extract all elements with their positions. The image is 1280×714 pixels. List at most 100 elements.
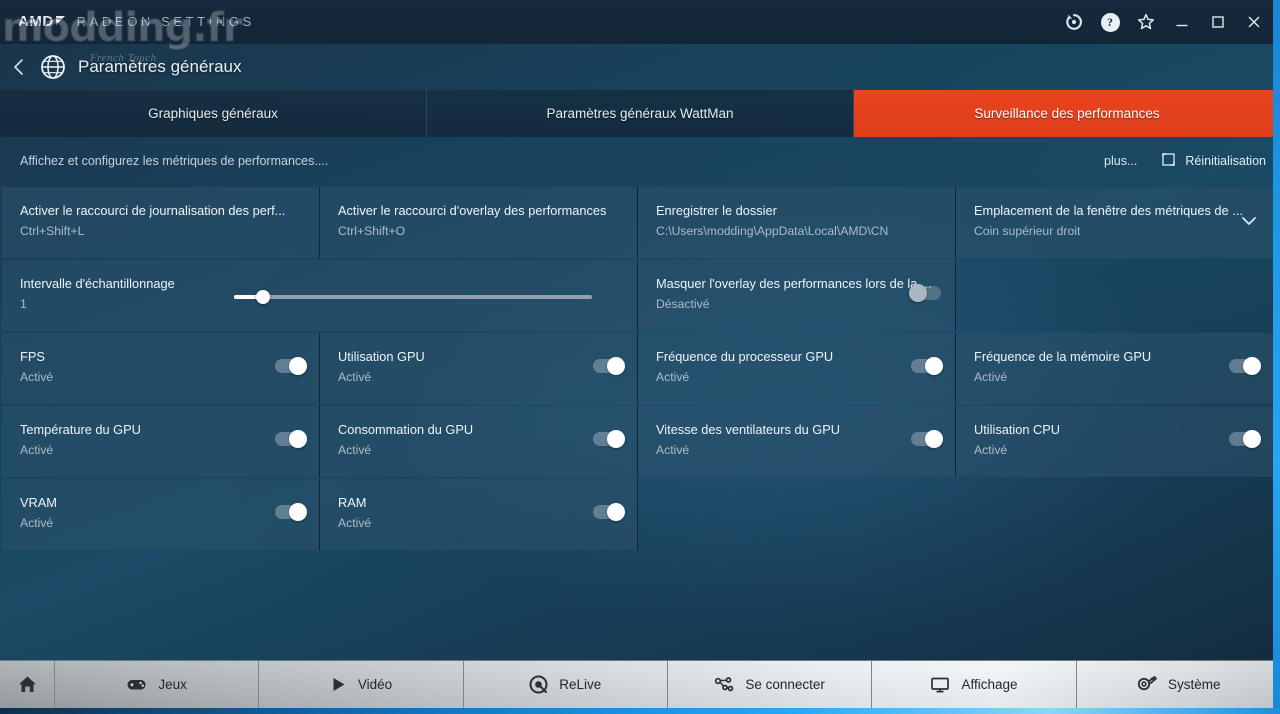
- tile-metric-gpu-usage[interactable]: Utilisation GPU Activé: [320, 333, 638, 404]
- nav-system[interactable]: Système: [1076, 661, 1280, 708]
- tile-metric-gpu-fan-speed[interactable]: Vitesse des ventilateurs du GPU Activé: [638, 406, 956, 477]
- toggle-switch[interactable]: [275, 357, 307, 375]
- grid-row: Activer le raccourci de journalisation d…: [2, 187, 1276, 258]
- tile-metric-gpu-temperature[interactable]: Température du GPU Activé: [2, 406, 320, 477]
- tile-title: Fréquence de la mémoire GPU: [974, 349, 1152, 364]
- tile-title: Intervalle d'échantillonnage: [20, 276, 175, 291]
- tile-title: Consommation du GPU: [338, 422, 474, 437]
- reset-icon: [1161, 152, 1176, 170]
- tile-value: Ctrl+Shift+L: [20, 224, 85, 239]
- nav-label: Affichage: [961, 677, 1018, 692]
- toggle-switch[interactable]: [1229, 430, 1261, 448]
- grid-row: VRAM Activé RAM Activé: [2, 479, 1276, 550]
- tile-title: Température du GPU: [20, 422, 141, 437]
- play-icon: [330, 676, 347, 693]
- chevron-left-icon[interactable]: [0, 57, 38, 77]
- tile-value: Activé: [974, 443, 1008, 458]
- tile-value: Activé: [20, 370, 54, 385]
- tile-metric-gpu-power[interactable]: Consommation du GPU Activé: [320, 406, 638, 477]
- tab-wattman[interactable]: Paramètres généraux WattMan: [427, 90, 854, 137]
- tile-metric-cpu-usage[interactable]: Utilisation CPU Activé: [956, 406, 1274, 477]
- tile-title: Utilisation GPU: [338, 349, 425, 364]
- grid-row: Température du GPU Activé Consommation d…: [2, 406, 1276, 477]
- tile-perf-logging-shortcut[interactable]: Activer le raccourci de journalisation d…: [2, 187, 320, 258]
- tile-spacer: [638, 479, 956, 550]
- nav-connect[interactable]: Se connecter: [667, 661, 873, 708]
- window-controls: ?: [1056, 0, 1272, 44]
- nav-label: Système: [1168, 677, 1221, 692]
- toggle-knob: [607, 357, 625, 375]
- tab-surveillance-performances[interactable]: Surveillance des performances: [854, 90, 1280, 137]
- toggle-knob: [925, 357, 943, 375]
- tile-hide-perf-overlay[interactable]: Masquer l'overlay des performances lors …: [638, 260, 956, 331]
- slider-track: [234, 295, 592, 299]
- maximize-icon[interactable]: [1200, 0, 1236, 44]
- tile-value: Activé: [656, 443, 690, 458]
- nav-relive[interactable]: ReLive: [463, 661, 668, 708]
- nav-home[interactable]: [0, 661, 55, 708]
- tile-save-folder[interactable]: Enregistrer le dossier C:\Users\modding\…: [638, 187, 956, 258]
- tile-metric-ram[interactable]: RAM Activé: [320, 479, 638, 550]
- toggle-switch[interactable]: [275, 430, 307, 448]
- toggle-switch[interactable]: [911, 357, 943, 375]
- nav-games[interactable]: Jeux: [55, 661, 260, 708]
- toggle-knob: [909, 284, 927, 302]
- toggle-switch[interactable]: [275, 503, 307, 521]
- nav-display[interactable]: Affichage: [872, 661, 1077, 708]
- gamepad-icon: [126, 676, 147, 693]
- tile-metrics-window-location[interactable]: Emplacement de la fenêtre des métriques …: [956, 187, 1274, 258]
- tile-title: Utilisation CPU: [974, 422, 1061, 437]
- help-icon[interactable]: ?: [1092, 0, 1128, 44]
- tile-title: Masquer l'overlay des performances lors …: [656, 276, 932, 291]
- nav-label: ReLive: [559, 677, 602, 692]
- reset-label: Réinitialisation: [1185, 154, 1266, 168]
- globe-icon: [38, 52, 68, 82]
- app-title: RADEON SETTINGS: [76, 14, 255, 29]
- desktop-edge-bottom: [0, 708, 1280, 714]
- subheader-actions: plus... Réinitialisation: [1104, 152, 1266, 170]
- toggle-knob: [289, 503, 307, 521]
- nav-label: Jeux: [158, 677, 187, 692]
- tile-value: Activé: [338, 516, 372, 531]
- more-link[interactable]: plus...: [1104, 154, 1137, 168]
- tile-title: VRAM: [20, 495, 57, 510]
- tile-title: Emplacement de la fenêtre des métriques …: [974, 203, 1243, 218]
- slider-thumb[interactable]: [256, 290, 270, 304]
- toggle-switch[interactable]: [593, 357, 625, 375]
- tile-value: Activé: [974, 370, 1008, 385]
- toggle-switch[interactable]: [593, 430, 625, 448]
- nav-video[interactable]: Vidéo: [259, 661, 464, 708]
- subheader: Affichez et configurez les métriques de …: [0, 137, 1280, 185]
- star-icon[interactable]: [1128, 0, 1164, 44]
- toggle-switch[interactable]: [1229, 357, 1261, 375]
- reset-button[interactable]: Réinitialisation: [1161, 152, 1266, 170]
- tile-sampling-interval[interactable]: Intervalle d'échantillonnage 1: [2, 260, 638, 331]
- tile-title: FPS: [20, 349, 45, 364]
- close-icon[interactable]: [1236, 0, 1272, 44]
- toggle-switch[interactable]: [911, 430, 943, 448]
- toggle-knob: [1243, 357, 1261, 375]
- help-glyph: ?: [1100, 12, 1120, 32]
- tile-metric-fps[interactable]: FPS Activé: [2, 333, 320, 404]
- bottom-nav: Jeux Vidéo ReLive Se connecter Affichage…: [0, 660, 1280, 708]
- tile-title: Fréquence du processeur GPU: [656, 349, 834, 364]
- toggle-knob: [1243, 430, 1261, 448]
- tile-metric-vram[interactable]: VRAM Activé: [2, 479, 320, 550]
- tile-perf-overlay-shortcut[interactable]: Activer le raccourci d'overlay des perfo…: [320, 187, 638, 258]
- tile-value: Activé: [338, 443, 372, 458]
- settings-grid: Activer le raccourci de journalisation d…: [2, 187, 1276, 552]
- tab-graphiques-generaux[interactable]: Graphiques généraux: [0, 90, 427, 137]
- toggle-switch[interactable]: [909, 284, 941, 302]
- minimize-icon[interactable]: [1164, 0, 1200, 44]
- refresh-update-icon[interactable]: [1056, 0, 1092, 44]
- app-brand: AMD RADEON SETTINGS: [18, 13, 255, 30]
- grid-row: FPS Activé Utilisation GPU Activé Fréque…: [2, 333, 1276, 404]
- sampling-interval-slider[interactable]: [234, 290, 592, 304]
- toggle-knob: [607, 430, 625, 448]
- grid-row: Intervalle d'échantillonnage 1 Masquer l…: [2, 260, 1276, 331]
- chevron-down-icon[interactable]: [1239, 211, 1259, 236]
- tile-metric-gpu-memory-clock[interactable]: Fréquence de la mémoire GPU Activé: [956, 333, 1274, 404]
- tile-metric-gpu-core-clock[interactable]: Fréquence du processeur GPU Activé: [638, 333, 956, 404]
- home-icon: [17, 674, 38, 695]
- toggle-switch[interactable]: [593, 503, 625, 521]
